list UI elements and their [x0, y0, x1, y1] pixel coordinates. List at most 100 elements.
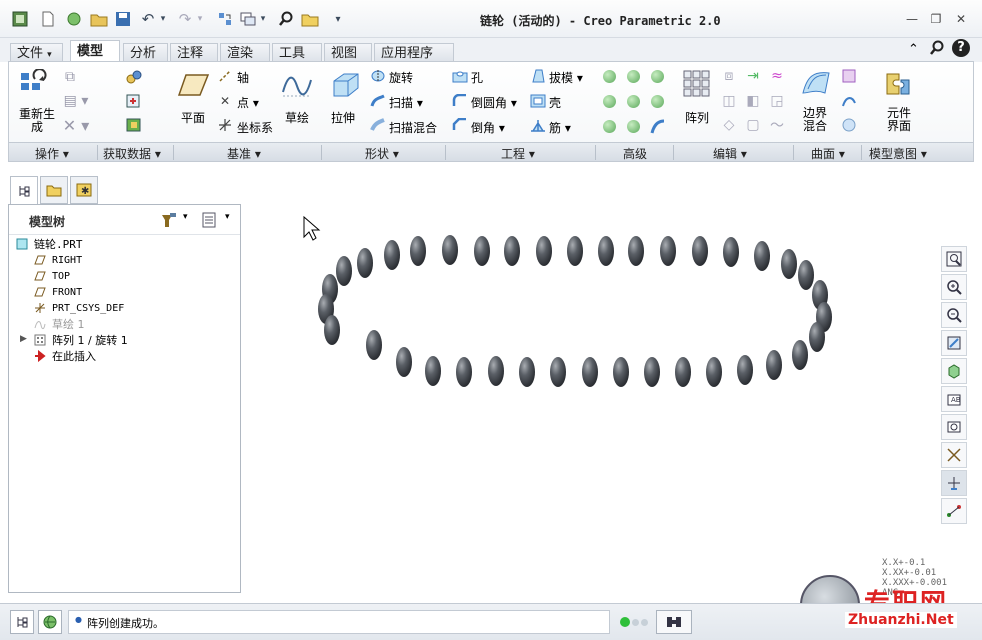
rib-label[interactable]: 筋 ▾ — [549, 119, 571, 136]
revolve-label[interactable]: 旋转 — [389, 69, 413, 86]
tab-view[interactable]: 视图 — [324, 43, 372, 62]
group-edit[interactable]: 编辑 ▾ — [713, 145, 747, 162]
undo-icon[interactable]: ↶ — [138, 9, 158, 29]
tab-annotate[interactable]: 注释 — [170, 43, 218, 62]
open-folder-icon[interactable] — [89, 9, 109, 29]
annotation-icon[interactable] — [941, 498, 967, 524]
app-icon[interactable] — [10, 9, 30, 29]
tab-analysis[interactable]: 分析 — [123, 43, 168, 62]
tree-item-insert-here[interactable]: 在此插入 — [33, 348, 96, 364]
pattern-label[interactable]: 阵列 — [685, 109, 709, 126]
restore-button[interactable]: ❐ — [928, 11, 944, 27]
boundary-blend-label[interactable]: 边界 混合 — [803, 107, 827, 133]
tree-item-csys[interactable]: PRT_CSYS_DEF — [33, 300, 124, 316]
customize-icon[interactable]: ▾ — [328, 9, 348, 29]
freestyle-icon[interactable] — [841, 117, 857, 133]
csys-icon[interactable] — [217, 117, 233, 133]
tree-item-front[interactable]: FRONT — [33, 284, 82, 300]
advanced-feature-icon[interactable] — [603, 70, 616, 83]
round-label[interactable]: 倒圆角 ▾ — [471, 94, 517, 111]
advanced-feature-icon[interactable] — [651, 70, 664, 83]
tree-item-pattern[interactable]: 阵列 1 / 旋转 1 — [33, 332, 128, 348]
help-icon[interactable]: ? — [952, 39, 970, 57]
point-label[interactable]: 点 ▾ — [237, 94, 259, 111]
copy-geometry-icon[interactable] — [123, 92, 145, 110]
draft-label[interactable]: 拔模 ▾ — [549, 69, 583, 86]
undo-dropdown-icon[interactable]: ▾ — [158, 9, 168, 29]
tab-model[interactable]: 模型 — [70, 40, 120, 62]
style-icon[interactable] — [841, 93, 857, 109]
tree-show-icon[interactable]: ▾ — [201, 211, 237, 229]
advanced-feature-icon[interactable] — [603, 95, 616, 108]
shrinkwrap-icon[interactable] — [123, 116, 145, 134]
folder-browser-tab[interactable] — [40, 176, 68, 204]
point-icon[interactable]: ✕ — [217, 93, 233, 109]
spin-center-icon[interactable] — [941, 470, 967, 496]
shell-label[interactable]: 壳 — [549, 94, 561, 111]
swept-blend-icon[interactable] — [369, 117, 387, 133]
group-advanced[interactable]: 高级 — [623, 145, 647, 162]
zoom-out-icon[interactable] — [941, 302, 967, 328]
search-icon[interactable] — [276, 9, 296, 29]
round-icon[interactable] — [451, 93, 469, 109]
axis-icon[interactable] — [217, 68, 233, 84]
tab-file[interactable]: 文件 ▾ — [10, 43, 63, 62]
axis-label[interactable]: 轴 — [237, 69, 249, 86]
swept-blend-label[interactable]: 扫描混合 — [389, 119, 437, 136]
tree-item-right[interactable]: RIGHT — [33, 252, 82, 268]
rib-icon[interactable] — [529, 117, 547, 133]
draft-icon[interactable] — [529, 68, 547, 84]
folder-icon[interactable] — [300, 9, 320, 29]
project-icon[interactable]: ≈ — [769, 68, 785, 84]
advanced-feature-icon[interactable] — [603, 120, 616, 133]
group-get-data[interactable]: 获取数据 ▾ — [103, 145, 161, 162]
refit-icon[interactable] — [941, 246, 967, 272]
advanced-feature-icon[interactable] — [627, 120, 640, 133]
favorites-tab[interactable]: ✱ — [70, 176, 98, 204]
datum-display-icon[interactable] — [941, 442, 967, 468]
sweep-label[interactable]: 扫描 ▾ — [389, 94, 423, 111]
advanced-feature-icon[interactable] — [627, 95, 640, 108]
hole-icon[interactable] — [451, 68, 469, 84]
group-model-intent[interactable]: 模型意图 ▾ — [869, 145, 927, 162]
zoom-in-icon[interactable] — [941, 274, 967, 300]
regenerate-icon[interactable] — [215, 9, 235, 29]
expand-arrow-icon[interactable]: ▶ — [20, 334, 27, 344]
csys-label[interactable]: 坐标系 — [237, 119, 273, 136]
open-circle-icon[interactable] — [64, 9, 84, 29]
close-button[interactable]: ✕ — [953, 11, 969, 27]
new-icon[interactable] — [38, 9, 58, 29]
model-tree-tab[interactable] — [10, 176, 38, 204]
fill-surface-icon[interactable] — [841, 68, 857, 84]
hole-label[interactable]: 孔 — [471, 69, 483, 86]
windows-icon[interactable] — [238, 9, 258, 29]
group-engineering[interactable]: 工程 ▾ — [501, 145, 535, 162]
collapse-ribbon-icon[interactable]: ⌃ — [908, 42, 919, 57]
graphics-window[interactable]: X.X+-0.1 X.XX+-0.01 X.XXX+-0.001 ANG. 专职… — [244, 165, 982, 635]
spinal-bend-icon[interactable] — [649, 118, 667, 136]
tab-tools[interactable]: 工具 — [272, 43, 322, 62]
extrude-icon[interactable] — [329, 70, 361, 100]
tree-item-top[interactable]: TOP — [33, 268, 70, 284]
tree-item-part[interactable]: 链轮.PRT — [15, 236, 83, 252]
chamfer-label[interactable]: 倒角 ▾ — [471, 119, 505, 136]
tree-item-sketch[interactable]: 草绘 1 — [33, 316, 85, 332]
user-defined-feature-icon[interactable] — [123, 68, 145, 86]
advanced-feature-icon[interactable] — [651, 95, 664, 108]
find-icon[interactable] — [656, 610, 692, 634]
tab-applications[interactable]: 应用程序 — [374, 43, 454, 62]
plane-icon[interactable] — [177, 70, 211, 100]
boundary-blend-icon[interactable] — [799, 68, 833, 100]
redo-icon[interactable]: ↷ — [175, 9, 195, 29]
regenerate-big-icon[interactable] — [17, 68, 53, 100]
windows-dropdown-icon[interactable]: ▾ — [258, 9, 268, 29]
revolve-icon[interactable] — [369, 68, 387, 84]
chamfer-icon[interactable] — [451, 117, 469, 133]
sketch-label[interactable]: 草绘 — [285, 109, 309, 126]
redo-dropdown-icon[interactable]: ▾ — [195, 9, 205, 29]
sketch-icon[interactable] — [281, 70, 313, 100]
regenerate-label[interactable]: 重新生 成 — [17, 108, 57, 134]
model-view[interactable] — [244, 165, 982, 603]
group-shapes[interactable]: 形状 ▾ — [365, 145, 399, 162]
pattern-icon[interactable] — [681, 68, 713, 100]
